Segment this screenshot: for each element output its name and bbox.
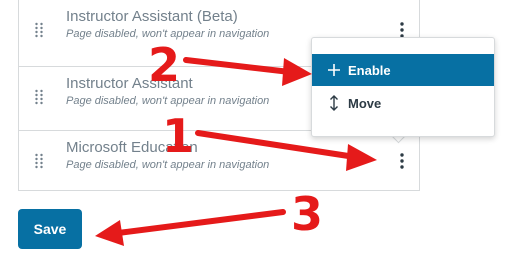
move-vertical-icon — [326, 95, 342, 111]
menu-item-label: Enable — [348, 62, 391, 78]
menu-item-label: Move — [348, 95, 382, 111]
arrow-3-shaft — [115, 209, 286, 236]
item-title: Instructor Assistant (Beta) — [66, 8, 238, 25]
item-status: Page disabled, won't appear in navigatio… — [66, 95, 270, 107]
save-button[interactable]: Save — [18, 209, 82, 249]
annotation-step-1: 1 — [162, 109, 195, 163]
annotation-step-2: 2 — [148, 38, 181, 92]
list-item[interactable]: Microsoft Education Page disabled, won't… — [19, 130, 419, 190]
annotation-step-3: 3 — [291, 187, 324, 241]
plus-icon — [326, 63, 342, 77]
menu-item-move[interactable]: Move — [312, 87, 494, 119]
drag-handle-icon[interactable] — [35, 89, 43, 105]
kebab-menu-icon[interactable] — [397, 151, 407, 171]
drag-handle-icon[interactable] — [35, 22, 43, 38]
arrow-3-head — [95, 220, 124, 246]
drag-handle-icon[interactable] — [35, 153, 43, 169]
item-options-menu: Enable Move — [311, 37, 495, 137]
menu-item-enable[interactable]: Enable — [312, 54, 494, 86]
